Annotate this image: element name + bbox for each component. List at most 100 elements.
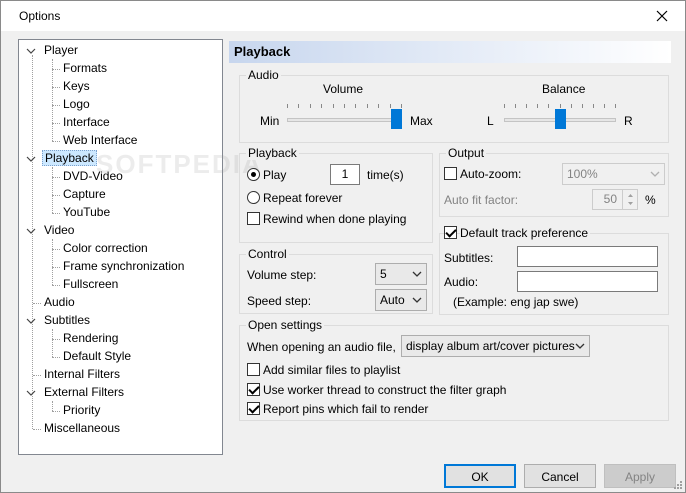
autozoom-checkbox[interactable] — [444, 167, 457, 180]
balance-slider[interactable] — [504, 101, 616, 131]
tree-item-logo[interactable]: Logo — [61, 96, 92, 113]
tree-item-audio[interactable]: Audio — [42, 294, 77, 311]
tree-item-frame-synchronization[interactable]: Frame synchronization — [61, 258, 186, 275]
chevron-down-icon[interactable] — [25, 387, 37, 399]
autozoom-select[interactable]: 100% — [562, 163, 665, 185]
slider-tick — [582, 104, 583, 108]
volume-step-select[interactable]: 5 — [375, 263, 427, 285]
tree-item-internal-filters[interactable]: Internal Filters — [42, 366, 122, 383]
tree-item-label: Frame synchronization — [63, 259, 185, 273]
chevron-down-icon[interactable] — [25, 45, 37, 57]
add-similar-checkbox[interactable] — [247, 363, 260, 376]
tree-item-label: Web Interface — [63, 133, 138, 147]
tree-connector — [52, 105, 60, 106]
tree-item-priority[interactable]: Priority — [61, 402, 102, 419]
tree-item-color-correction[interactable]: Color correction — [61, 240, 150, 257]
tree-item-label: Color correction — [63, 241, 148, 255]
button-bar: OK Cancel Apply — [1, 459, 685, 492]
tree-item-external-filters[interactable]: External Filters — [42, 384, 126, 401]
report-pins-checkbox[interactable] — [247, 402, 260, 415]
slider-tick — [310, 104, 311, 108]
tree-item-interface[interactable]: Interface — [61, 114, 112, 131]
tree-connector — [52, 267, 60, 268]
autofit-updown[interactable] — [622, 190, 637, 209]
tree-item-capture[interactable]: Capture — [61, 186, 108, 203]
chevron-down-icon — [412, 271, 422, 277]
chevron-down-icon[interactable] — [25, 225, 37, 237]
ok-button[interactable]: OK — [444, 464, 516, 488]
apply-button[interactable]: Apply — [604, 464, 676, 488]
repeat-forever-radio[interactable] — [247, 191, 260, 204]
speed-step-label: Speed step: — [247, 294, 312, 308]
tree-item-formats[interactable]: Formats — [61, 60, 109, 77]
report-pins-label: Report pins which fail to render — [263, 402, 429, 416]
slider-tick — [298, 104, 299, 108]
stepper-arrows-icon — [628, 194, 633, 205]
track-preference-label: Default track preference — [460, 226, 591, 240]
tree-item-subtitles[interactable]: Subtitles — [42, 312, 92, 329]
tree-item-video[interactable]: Video — [42, 222, 76, 239]
slider-tick — [604, 104, 605, 108]
slider-tick — [401, 104, 402, 108]
tree-item-fullscreen[interactable]: Fullscreen — [61, 276, 120, 293]
play-label: Play — [263, 168, 287, 182]
volume-slider-thumb[interactable] — [391, 109, 402, 129]
balance-left-label: L — [487, 114, 494, 128]
slider-tick — [515, 104, 516, 108]
volume-slider-track — [287, 118, 402, 122]
tree-item-player[interactable]: Player — [42, 42, 80, 59]
times-label: time(s) — [367, 168, 404, 182]
track-preference-checkbox[interactable] — [444, 226, 457, 239]
volume-min-label: Min — [260, 114, 280, 128]
slider-tick — [390, 104, 391, 108]
tree-item-label: DVD-Video — [63, 169, 123, 183]
volume-slider[interactable] — [287, 101, 402, 131]
slider-tick — [287, 104, 288, 108]
subtitles-pref-input[interactable] — [517, 246, 658, 267]
slider-tick — [615, 104, 616, 108]
audio-file-select[interactable]: display album art/cover pictures — [401, 335, 590, 357]
tree-item-label: Internal Filters — [44, 367, 121, 381]
tree-item-youtube[interactable]: YouTube — [61, 204, 112, 221]
title-bar: Options — [1, 1, 685, 31]
tree-item-label: Miscellaneous — [44, 421, 121, 435]
tree-item-label: Rendering — [63, 331, 119, 345]
slider-tick — [537, 104, 538, 108]
worker-thread-checkbox[interactable] — [247, 383, 260, 396]
tree-connector — [52, 123, 60, 124]
tree-item-dvd-video[interactable]: DVD-Video — [61, 168, 125, 185]
resize-grip-icon[interactable] — [672, 479, 682, 489]
cancel-button[interactable]: Cancel — [524, 464, 596, 488]
tree-connector — [52, 401, 53, 411]
repeat-forever-label: Repeat forever — [263, 191, 343, 205]
tree-connector — [52, 285, 60, 286]
speed-step-value: Auto — [380, 293, 405, 307]
play-radio[interactable] — [247, 168, 260, 181]
tree-item-rendering[interactable]: Rendering — [61, 330, 120, 347]
tree-connector — [32, 55, 33, 429]
balance-slider-thumb[interactable] — [555, 109, 566, 129]
play-count-input[interactable]: 1 — [330, 164, 360, 185]
audio-pref-input[interactable] — [517, 271, 658, 292]
speed-step-select[interactable]: Auto — [375, 289, 427, 311]
tree-item-label: Video — [44, 223, 75, 237]
tree-item-web-interface[interactable]: Web Interface — [61, 132, 139, 149]
tree-connector — [52, 213, 60, 214]
rewind-checkbox[interactable] — [247, 212, 260, 225]
autofit-stepper[interactable]: 50 — [592, 189, 638, 210]
tree-item-label: YouTube — [63, 205, 111, 219]
tree-connector — [52, 411, 60, 412]
tree-item-keys[interactable]: Keys — [61, 78, 92, 95]
chevron-down-icon[interactable] — [25, 315, 37, 327]
tree-item-miscellaneous[interactable]: Miscellaneous — [42, 420, 122, 437]
options-tree[interactable]: Player Formats Keys Logo Interface Web Interf… — [18, 39, 223, 455]
slider-tick — [321, 104, 322, 108]
tree-item-label: Player — [44, 43, 79, 57]
autofit-unit: % — [645, 193, 656, 207]
tree-item-default-style[interactable]: Default Style — [61, 348, 133, 365]
chevron-down-icon[interactable] — [25, 153, 37, 165]
tree-item-playback[interactable]: Playback — [42, 150, 97, 167]
tree-connector — [33, 303, 41, 304]
chevron-down-icon — [650, 171, 660, 177]
close-button[interactable] — [639, 1, 685, 31]
